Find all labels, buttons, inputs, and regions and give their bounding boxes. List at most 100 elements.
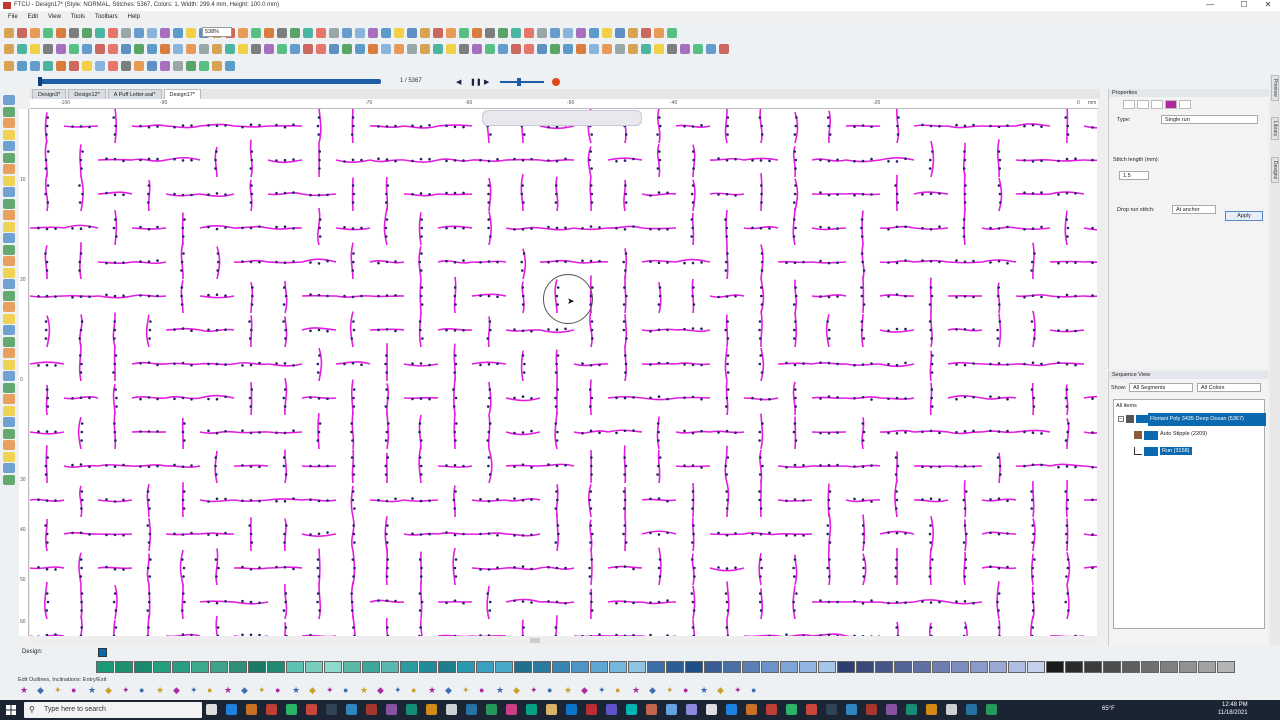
stitch-node[interactable] bbox=[377, 599, 380, 602]
stitch-node[interactable] bbox=[420, 303, 424, 306]
stitch-segment[interactable] bbox=[1032, 242, 1035, 280]
stitch-node[interactable] bbox=[283, 158, 287, 162]
stitch-node[interactable] bbox=[351, 558, 355, 561]
stitch-node[interactable] bbox=[999, 473, 1002, 476]
stitch-node[interactable] bbox=[623, 473, 626, 476]
stitch-node[interactable] bbox=[318, 226, 322, 230]
stitch-node[interactable] bbox=[453, 599, 457, 602]
stitch-node[interactable] bbox=[377, 294, 380, 298]
stitch-node[interactable] bbox=[428, 124, 431, 127]
stitch-node[interactable] bbox=[275, 159, 278, 162]
stitch-node[interactable] bbox=[215, 227, 219, 231]
toolbar-tool-icon[interactable] bbox=[589, 27, 599, 38]
stitch-node[interactable] bbox=[45, 227, 49, 231]
stitch-node[interactable] bbox=[964, 626, 967, 629]
thread-color-swatch[interactable] bbox=[134, 661, 152, 673]
stitch-node[interactable] bbox=[249, 465, 253, 468]
toolbar-tool-icon[interactable] bbox=[615, 27, 625, 38]
stitch-node[interactable] bbox=[318, 150, 322, 153]
stitch-node[interactable] bbox=[921, 465, 924, 469]
stitch-node[interactable] bbox=[624, 269, 627, 272]
toolbar-tool-icon[interactable] bbox=[355, 43, 365, 54]
taskbar-app-icon[interactable] bbox=[366, 704, 377, 715]
stitch-node[interactable] bbox=[938, 124, 941, 128]
stitch-node[interactable] bbox=[521, 354, 525, 357]
thread-color-swatch[interactable] bbox=[894, 661, 912, 673]
stitch-node[interactable] bbox=[792, 430, 796, 434]
thread-color-swatch[interactable] bbox=[1217, 661, 1235, 673]
stitch-segment[interactable] bbox=[215, 615, 219, 636]
stitch-node[interactable] bbox=[384, 464, 388, 468]
stitch-node[interactable] bbox=[1091, 533, 1094, 536]
stitch-node[interactable] bbox=[496, 362, 499, 366]
stitch-node[interactable] bbox=[921, 226, 924, 230]
stamp-icon[interactable]: ★ bbox=[700, 685, 711, 695]
stitch-node[interactable] bbox=[282, 396, 286, 400]
weather-text[interactable]: 65°F bbox=[1102, 706, 1115, 712]
left-tool-icon[interactable] bbox=[3, 313, 15, 324]
stitch-node[interactable] bbox=[658, 294, 662, 298]
stitch-node[interactable] bbox=[828, 490, 832, 493]
stitch-node[interactable] bbox=[249, 167, 253, 170]
stitch-node[interactable] bbox=[861, 124, 865, 127]
toolbar-tool-icon[interactable] bbox=[589, 43, 599, 54]
side-tab-preview[interactable]: Preview bbox=[1271, 75, 1279, 101]
stitch-node[interactable] bbox=[624, 464, 628, 468]
stamp-icon[interactable]: ◆ bbox=[37, 685, 48, 695]
stitch-node[interactable] bbox=[590, 558, 593, 561]
stitch-node[interactable] bbox=[80, 490, 84, 493]
stitch-node[interactable] bbox=[794, 124, 798, 128]
stitch-node[interactable] bbox=[454, 558, 458, 561]
stitch-node[interactable] bbox=[488, 320, 492, 323]
stitch-node[interactable] bbox=[352, 532, 356, 536]
stitch-node[interactable] bbox=[113, 133, 117, 136]
thread-color-swatch[interactable] bbox=[590, 661, 608, 673]
stitch-node[interactable] bbox=[224, 395, 227, 399]
stitch-node[interactable] bbox=[360, 294, 363, 298]
thread-color-swatch[interactable] bbox=[286, 661, 304, 673]
stitch-node[interactable] bbox=[113, 261, 117, 264]
stitch-node[interactable] bbox=[623, 524, 627, 527]
toolbar-tool-icon[interactable] bbox=[186, 27, 196, 38]
stitch-node[interactable] bbox=[725, 600, 729, 604]
stitch-node[interactable] bbox=[316, 371, 320, 374]
stitch-segment[interactable] bbox=[624, 275, 627, 314]
stitch-node[interactable] bbox=[292, 158, 295, 161]
stitch-node[interactable] bbox=[1023, 228, 1026, 231]
toolbar-tool-icon[interactable] bbox=[199, 43, 209, 54]
toolbar-tool-icon[interactable] bbox=[95, 60, 105, 71]
stitch-segment[interactable] bbox=[556, 513, 559, 552]
stitch-node[interactable] bbox=[895, 558, 898, 561]
stamp-icon[interactable]: ★ bbox=[564, 685, 575, 695]
stitch-node[interactable] bbox=[1066, 226, 1070, 230]
stitch-node[interactable] bbox=[758, 430, 762, 434]
stitch-node[interactable] bbox=[826, 524, 830, 527]
stitch-node[interactable] bbox=[1006, 124, 1009, 127]
tab-design17[interactable]: Design17* bbox=[163, 89, 201, 99]
stitch-node[interactable] bbox=[181, 159, 185, 162]
stitch-node[interactable] bbox=[37, 566, 40, 569]
stitch-node[interactable] bbox=[725, 429, 729, 433]
stitch-node[interactable] bbox=[827, 193, 831, 197]
stitch-node[interactable] bbox=[1091, 294, 1094, 297]
stitch-node[interactable] bbox=[666, 531, 669, 535]
stitch-node[interactable] bbox=[326, 531, 329, 534]
stitch-node[interactable] bbox=[964, 566, 967, 570]
stitch-segment[interactable] bbox=[930, 516, 935, 552]
stitch-node[interactable] bbox=[181, 609, 184, 612]
stitch-node[interactable] bbox=[224, 193, 227, 196]
stitch-node[interactable] bbox=[1031, 566, 1034, 570]
stitch-node[interactable] bbox=[216, 252, 220, 255]
stitch-node[interactable] bbox=[317, 464, 321, 468]
stitch-node[interactable] bbox=[589, 364, 593, 367]
stitch-node[interactable] bbox=[45, 532, 49, 536]
stitch-node[interactable] bbox=[181, 193, 185, 197]
stitch-node[interactable] bbox=[45, 388, 49, 391]
stitch-node[interactable] bbox=[930, 388, 934, 391]
stitch-node[interactable] bbox=[615, 226, 618, 230]
stitch-node[interactable] bbox=[88, 125, 91, 129]
stitch-node[interactable] bbox=[649, 363, 652, 366]
stitch-segment[interactable] bbox=[641, 397, 677, 401]
stitch-segment[interactable] bbox=[80, 615, 83, 636]
stitch-node[interactable] bbox=[1065, 405, 1069, 408]
